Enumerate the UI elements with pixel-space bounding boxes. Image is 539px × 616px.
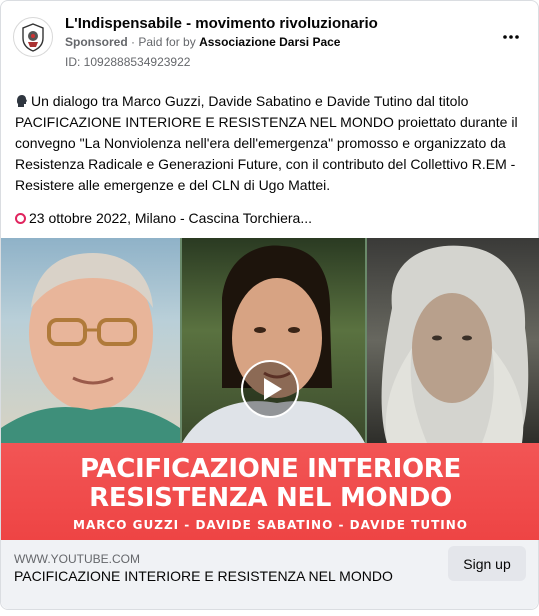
sponsored-line: Sponsored · Paid for by Associazione Dar… [65, 35, 340, 49]
date-line: 23 ottobre 2022, Milano - Cascina Torchi… [15, 210, 312, 226]
more-options-button[interactable] [497, 27, 525, 47]
link-title[interactable]: PACIFICAZIONE INTERIORE E RESISTENZA NEL… [14, 568, 393, 584]
post-text: Un dialogo tra Marco Guzzi, Davide Sabat… [15, 91, 523, 196]
logo-icon [22, 23, 44, 52]
banner-title-line1: PACIFICAZIONE INTERIORE [80, 454, 461, 484]
post-body: Un dialogo tra Marco Guzzi, Davide Sabat… [15, 93, 518, 193]
red-circle-icon [15, 213, 26, 224]
video-thumbnail[interactable]: PACIFICAZIONE INTERIORE RESISTENZA NEL M… [1, 238, 539, 540]
banner-speaker-names: MARCO GUZZI - DAVIDE SABATINO - DAVIDE T… [73, 518, 468, 532]
post-paragraph: Un dialogo tra Marco Guzzi, Davide Sabat… [15, 91, 523, 196]
more-options-icon [503, 35, 519, 39]
date-text: 23 ottobre 2022, Milano - Cascina Torchi… [29, 210, 313, 226]
paid-prefix: Paid for by [138, 35, 196, 49]
speaking-head-icon [17, 95, 27, 107]
page-name[interactable]: L'Indispensabile - movimento rivoluziona… [65, 15, 378, 32]
play-button[interactable] [241, 360, 299, 418]
speaker-photo-right [367, 238, 539, 443]
ad-card: L'Indispensabile - movimento rivoluziona… [0, 0, 539, 610]
video-title-banner: PACIFICAZIONE INTERIORE RESISTENZA NEL M… [1, 443, 539, 540]
banner-title-line2: RESISTENZA NEL MONDO [89, 483, 452, 513]
sponsored-label: Sponsored [65, 35, 128, 49]
ad-header: L'Indispensabile - movimento rivoluziona… [13, 13, 527, 69]
page-avatar[interactable] [13, 17, 53, 57]
link-domain: WWW.YOUTUBE.COM [14, 552, 140, 566]
play-icon [264, 378, 282, 400]
sign-up-button[interactable]: Sign up [448, 546, 526, 581]
ad-id: ID: 1092888534923922 [65, 55, 191, 69]
speaker-photo-left [1, 238, 180, 443]
link-preview[interactable]: WWW.YOUTUBE.COM PACIFICAZIONE INTERIORE … [1, 540, 538, 609]
payer-link[interactable]: Associazione Darsi Pace [199, 35, 340, 49]
